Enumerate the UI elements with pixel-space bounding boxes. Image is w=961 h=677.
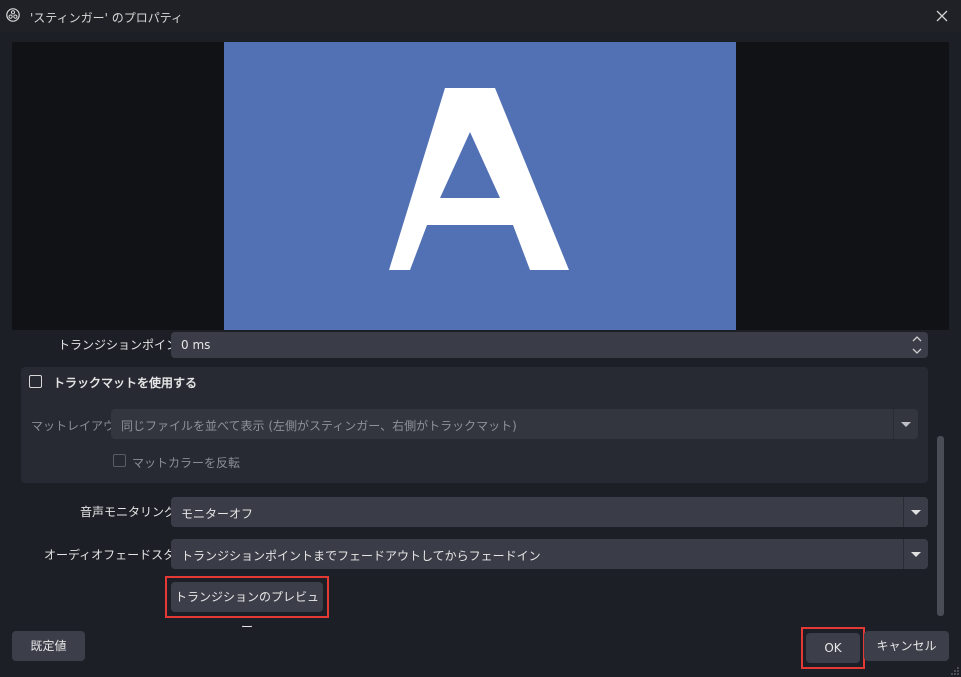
audio-monitoring-dropdown[interactable]: モニターオフ: [171, 497, 928, 527]
close-icon[interactable]: [933, 7, 951, 25]
dropdown-arrow-icon: [911, 510, 921, 515]
audio-fade-style-dropdown[interactable]: トランジションポイントまでフェードアウトしてからフェードイン: [171, 539, 928, 569]
transition-point-spinbox[interactable]: 0 ms: [171, 332, 928, 358]
invert-matte-label: マットカラーを反転: [132, 456, 241, 470]
dropdown-arrow-icon: [901, 422, 911, 427]
highlight-box-preview: [165, 576, 329, 618]
window-title: 'スティンガー' のプロパティ: [30, 11, 183, 25]
letter-a-graphic: [389, 88, 569, 270]
use-track-matte-label: トラックマットを使用する: [53, 376, 198, 390]
matte-layout-dropdown[interactable]: 同じファイルを並べて表示 (左側がスティンガー、右側がトラックマット): [111, 409, 918, 439]
stinger-preview-image: [224, 42, 736, 330]
scrollbar-thumb[interactable]: [937, 436, 944, 616]
defaults-button[interactable]: 既定値: [12, 631, 85, 661]
highlight-box-ok: [801, 627, 865, 669]
track-matte-group: トラックマットを使用する マットレイアウト 同じファイルを並べて表示 (左側がス…: [21, 367, 928, 483]
invert-matte-checkbox[interactable]: [113, 454, 126, 467]
use-track-matte-checkbox[interactable]: [29, 375, 42, 388]
matte-layout-value: 同じファイルを並べて表示 (左側がスティンガー、右側がトラックマット): [121, 419, 517, 433]
preview-area: [12, 42, 949, 330]
dropdown-arrow-icon: [911, 552, 921, 557]
audio-monitoring-dropdown-button[interactable]: [903, 497, 928, 527]
audio-monitoring-label: 音声モニタリング: [80, 505, 177, 519]
resize-grip-icon[interactable]: [951, 667, 959, 675]
audio-fade-style-value: トランジションポイントまでフェードアウトしてからフェードイン: [181, 549, 541, 563]
audio-fade-style-dropdown-button[interactable]: [903, 539, 928, 569]
matte-layout-dropdown-button[interactable]: [893, 409, 918, 439]
title-bar: 'スティンガー' のプロパティ: [0, 0, 961, 32]
audio-monitoring-value: モニターオフ: [181, 507, 254, 521]
obs-logo-icon: [6, 8, 20, 22]
spin-arrows-icon[interactable]: [906, 332, 928, 358]
cancel-button[interactable]: キャンセル: [864, 631, 949, 661]
transition-point-value: 0 ms: [181, 338, 211, 352]
